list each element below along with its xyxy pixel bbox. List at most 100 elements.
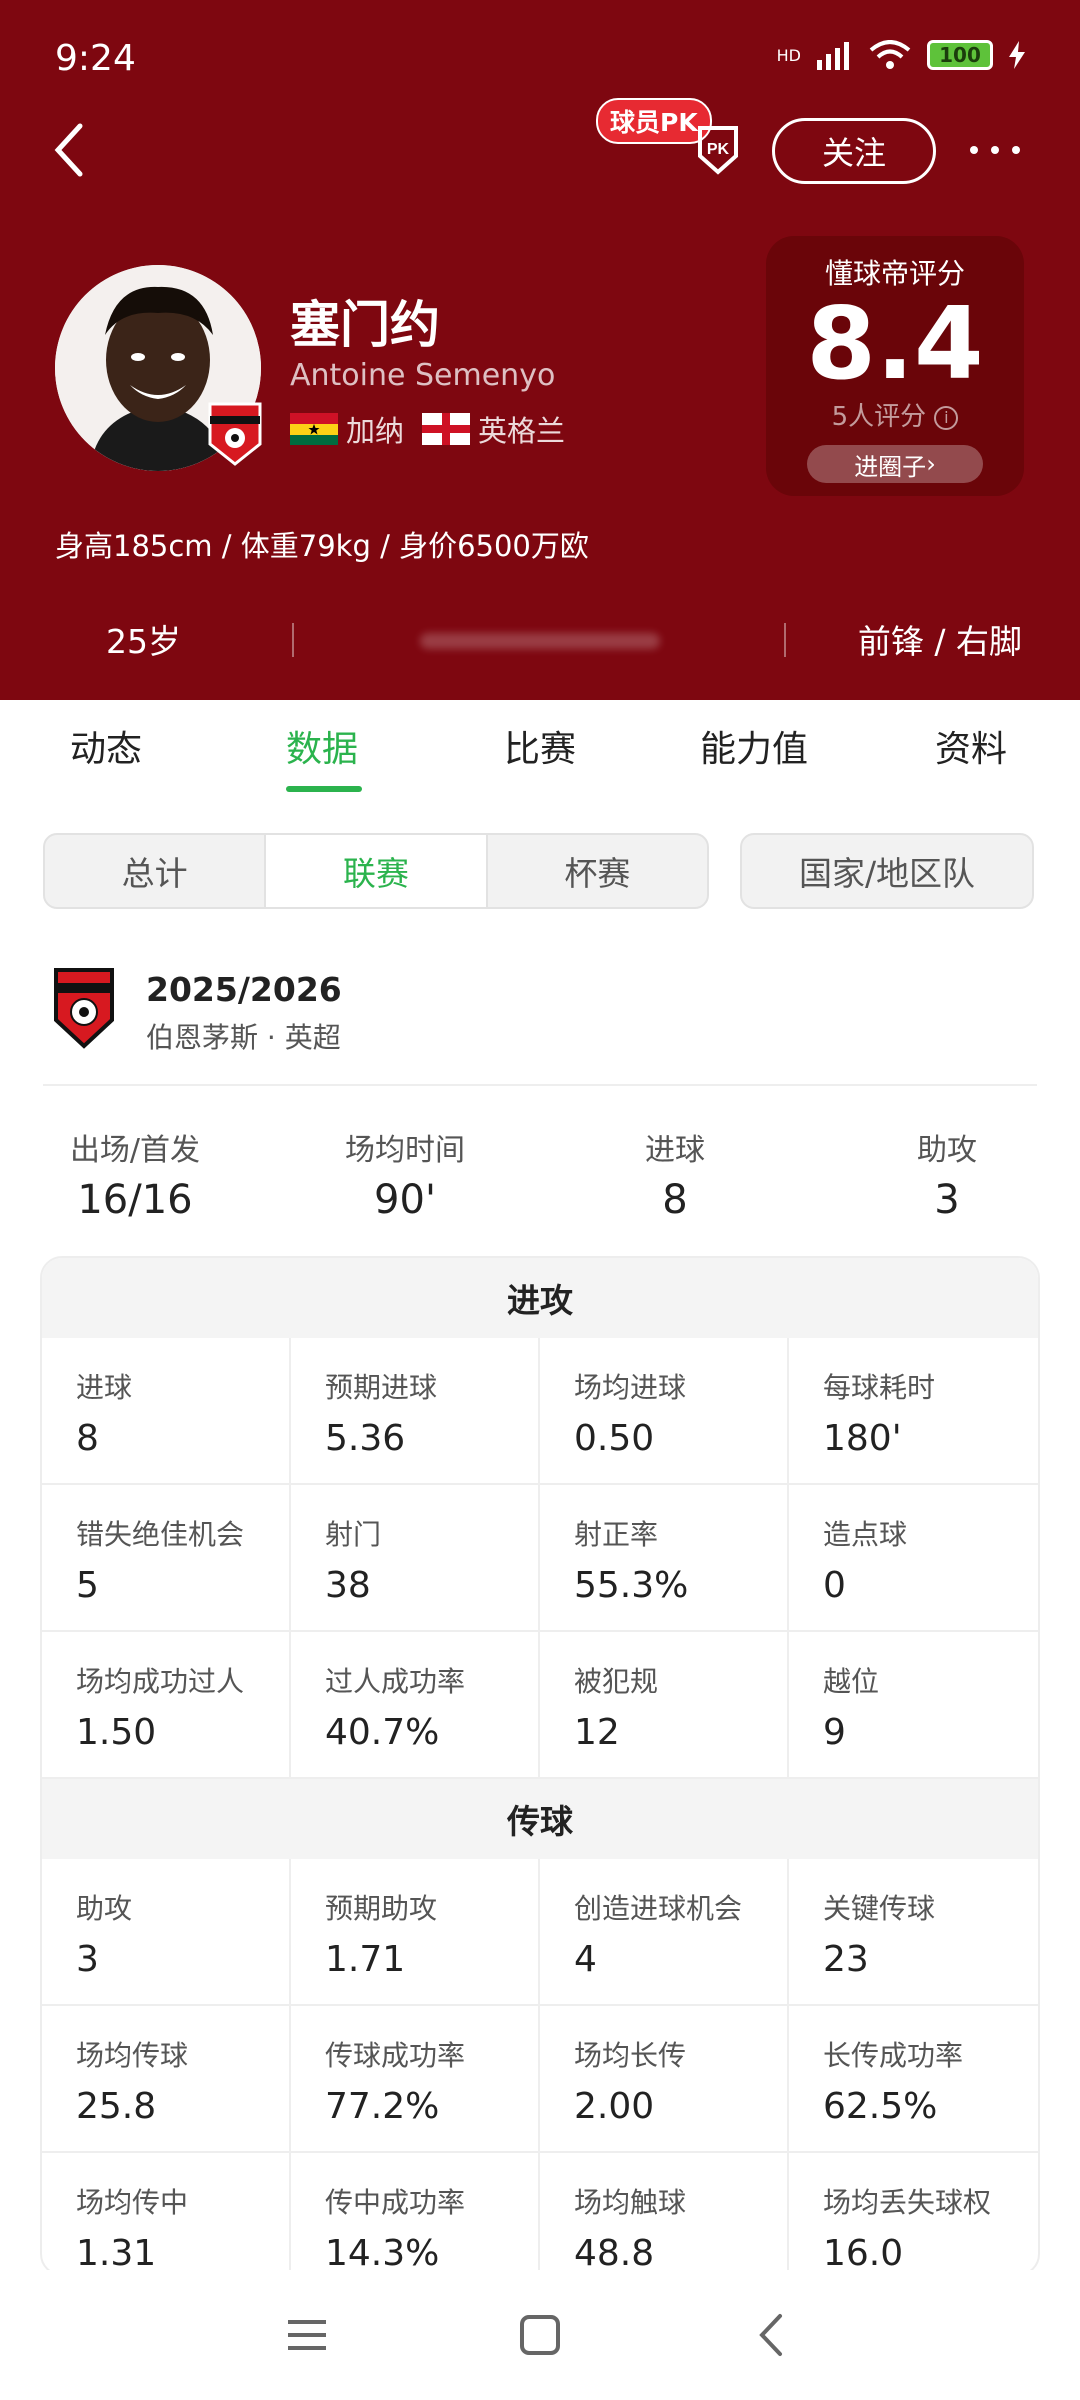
stat-cell: 过人成功率 40.7%: [291, 1632, 540, 1777]
england-flag-icon: [422, 413, 471, 445]
stat-value: 4: [574, 1939, 597, 1980]
tab-abilities[interactable]: 能力值: [700, 720, 808, 772]
stat-label: 被犯规: [574, 1665, 659, 1698]
stat-label: 预期进球: [325, 1371, 438, 1404]
status-time: 9:24: [55, 38, 136, 79]
stat-cell: 场均传中 1.31: [42, 2153, 291, 2274]
stat-value: 0: [823, 1565, 846, 1606]
stat-cell: 进球 8: [42, 1338, 291, 1483]
stat-value: 0.50: [574, 1418, 655, 1459]
join-circle-button[interactable]: 进圈子 ›: [807, 445, 983, 483]
stat-label: 长传成功率: [823, 2039, 964, 2072]
player-pk-button[interactable]: 球员PK PK: [596, 98, 738, 175]
stat-label: 进球: [76, 1371, 133, 1404]
stat-cell: 每球耗时 180': [789, 1338, 1038, 1483]
stat-cell: 长传成功率 62.5%: [789, 2006, 1038, 2151]
main-tabs: 动态 数据 比赛 能力值 资料: [0, 700, 1080, 796]
back-nav-icon[interactable]: [748, 2310, 798, 2360]
chevron-right-icon: ›: [926, 450, 936, 478]
table-row: 进球 8 预期进球 5.36 场均进球 0.50 每球耗时 180': [42, 1338, 1038, 1485]
player-stats-screen: 9:24 HD 100 球员PK PK 关注 塞门约 Antoine Semen…: [0, 0, 1080, 2400]
player-header: 9:24 HD 100 球员PK PK 关注 塞门约 Antoine Semen…: [0, 0, 1080, 700]
stat-label: 场均进球: [574, 1371, 687, 1404]
pk-label: 球员PK: [596, 98, 712, 144]
stat-cell: 越位 9: [789, 1632, 1038, 1777]
stat-cell: 场均传球 25.8: [42, 2006, 291, 2151]
stat-cell: 射门 38: [291, 1485, 540, 1630]
stat-cell: 预期进球 5.36: [291, 1338, 540, 1483]
stat-label: 场均传球: [76, 2039, 189, 2072]
stat-label: 预期助攻: [325, 1892, 438, 1925]
stat-value: 5.36: [325, 1418, 406, 1459]
divider: [292, 623, 294, 657]
summary-label: 出场/首发: [69, 1133, 201, 1168]
stat-value: 9: [823, 1712, 846, 1753]
section-header-passing: 传球: [42, 1779, 1038, 1859]
summary-value: 90': [374, 1177, 436, 1223]
player-position: 前锋 / 右脚: [857, 622, 1022, 661]
season-year: 2025/2026: [146, 970, 342, 1009]
stat-label: 射正率: [574, 1518, 659, 1551]
stat-cell: 错失绝佳机会 5: [42, 1485, 291, 1630]
player-name-cn: 塞门约: [290, 296, 440, 354]
segment-total[interactable]: 总计: [45, 835, 267, 907]
ghana-flag-icon: [290, 413, 338, 445]
stat-cell: 场均成功过人 1.50: [42, 1632, 291, 1777]
player-age: 25岁: [106, 622, 181, 661]
stat-value: 180': [823, 1418, 902, 1459]
summary-label: 场均时间: [345, 1133, 465, 1168]
blurred-field: [420, 633, 660, 649]
stat-value: 12: [574, 1712, 620, 1753]
active-tab-indicator: [286, 786, 362, 792]
charging-icon: [1009, 41, 1025, 69]
player-meta-bar: 25岁 前锋 / 右脚: [0, 615, 1080, 665]
pk-shield-icon: PK: [698, 126, 738, 175]
nationality-1: 加纳: [346, 414, 405, 448]
stat-cell: 场均进球 0.50: [540, 1338, 789, 1483]
home-icon[interactable]: [515, 2310, 565, 2360]
stat-label: 过人成功率: [325, 1665, 466, 1698]
stat-value: 1.50: [76, 1712, 157, 1753]
stat-value: 2.00: [574, 2086, 655, 2127]
tab-feed[interactable]: 动态: [70, 720, 142, 772]
summary-avg-minutes: 场均时间 90': [325, 1125, 485, 1223]
stat-cell: 传中成功率 14.3%: [291, 2153, 540, 2274]
stat-value: 25.8: [76, 2086, 157, 2127]
stat-value: 23: [823, 1939, 869, 1980]
player-name-en: Antoine Semenyo: [290, 358, 556, 393]
segment-cup[interactable]: 杯赛: [488, 835, 707, 907]
stat-label: 每球耗时: [823, 1371, 936, 1404]
rating-card: 懂球帝评分 8.4 5人评分 i 进圈子 ›: [766, 236, 1024, 496]
rating-value: 8.4: [806, 285, 984, 402]
stat-cell: 场均丢失球权 16.0: [789, 2153, 1038, 2274]
competition-filter: 总计 联赛 杯赛: [43, 833, 709, 909]
summary-goals: 进球 8: [600, 1125, 750, 1223]
table-row: 助攻 3 预期助攻 1.71 创造进球机会 4 关键传球 23: [42, 1859, 1038, 2006]
stat-cell: 预期助攻 1.71: [291, 1859, 540, 2004]
info-icon[interactable]: i: [934, 405, 959, 430]
national-team-button[interactable]: 国家/地区队: [740, 833, 1034, 909]
menu-icon[interactable]: [282, 2310, 332, 2360]
stat-value: 40.7%: [325, 1712, 440, 1753]
stats-table: 进攻 进球 8 预期进球 5.36 场均进球 0.50 每球耗时 180' 错失绝佳机会…: [40, 1256, 1040, 2276]
rating-count: 5人评分: [831, 402, 927, 432]
summary-assists: 助攻 3: [872, 1125, 1022, 1223]
stat-value: 16.0: [823, 2233, 904, 2274]
tab-matches[interactable]: 比赛: [504, 720, 576, 772]
table-row: 场均传中 1.31 传中成功率 14.3% 场均触球 48.8 场均丢失球权 16.0: [42, 2153, 1038, 2274]
stat-label: 场均成功过人: [76, 1665, 245, 1698]
stat-value: 38: [325, 1565, 371, 1606]
follow-button[interactable]: 关注: [772, 118, 936, 184]
tab-data[interactable]: 数据: [286, 720, 358, 772]
tab-profile[interactable]: 资料: [935, 720, 1007, 772]
table-row: 错失绝佳机会 5 射门 38 射正率 55.3% 造点球 0: [42, 1485, 1038, 1632]
stat-value: 8: [76, 1418, 99, 1459]
stat-cell: 场均触球 48.8: [540, 2153, 789, 2274]
segment-league[interactable]: 联赛: [266, 835, 488, 907]
more-options-icon[interactable]: [970, 130, 1020, 170]
battery-icon: 100: [927, 40, 993, 70]
summary-label: 助攻: [917, 1133, 977, 1168]
back-icon[interactable]: [50, 120, 90, 180]
network-label: HD: [776, 45, 801, 65]
player-physical-info: 身高185cm / 体重79kg / 身价6500万欧: [55, 529, 589, 563]
